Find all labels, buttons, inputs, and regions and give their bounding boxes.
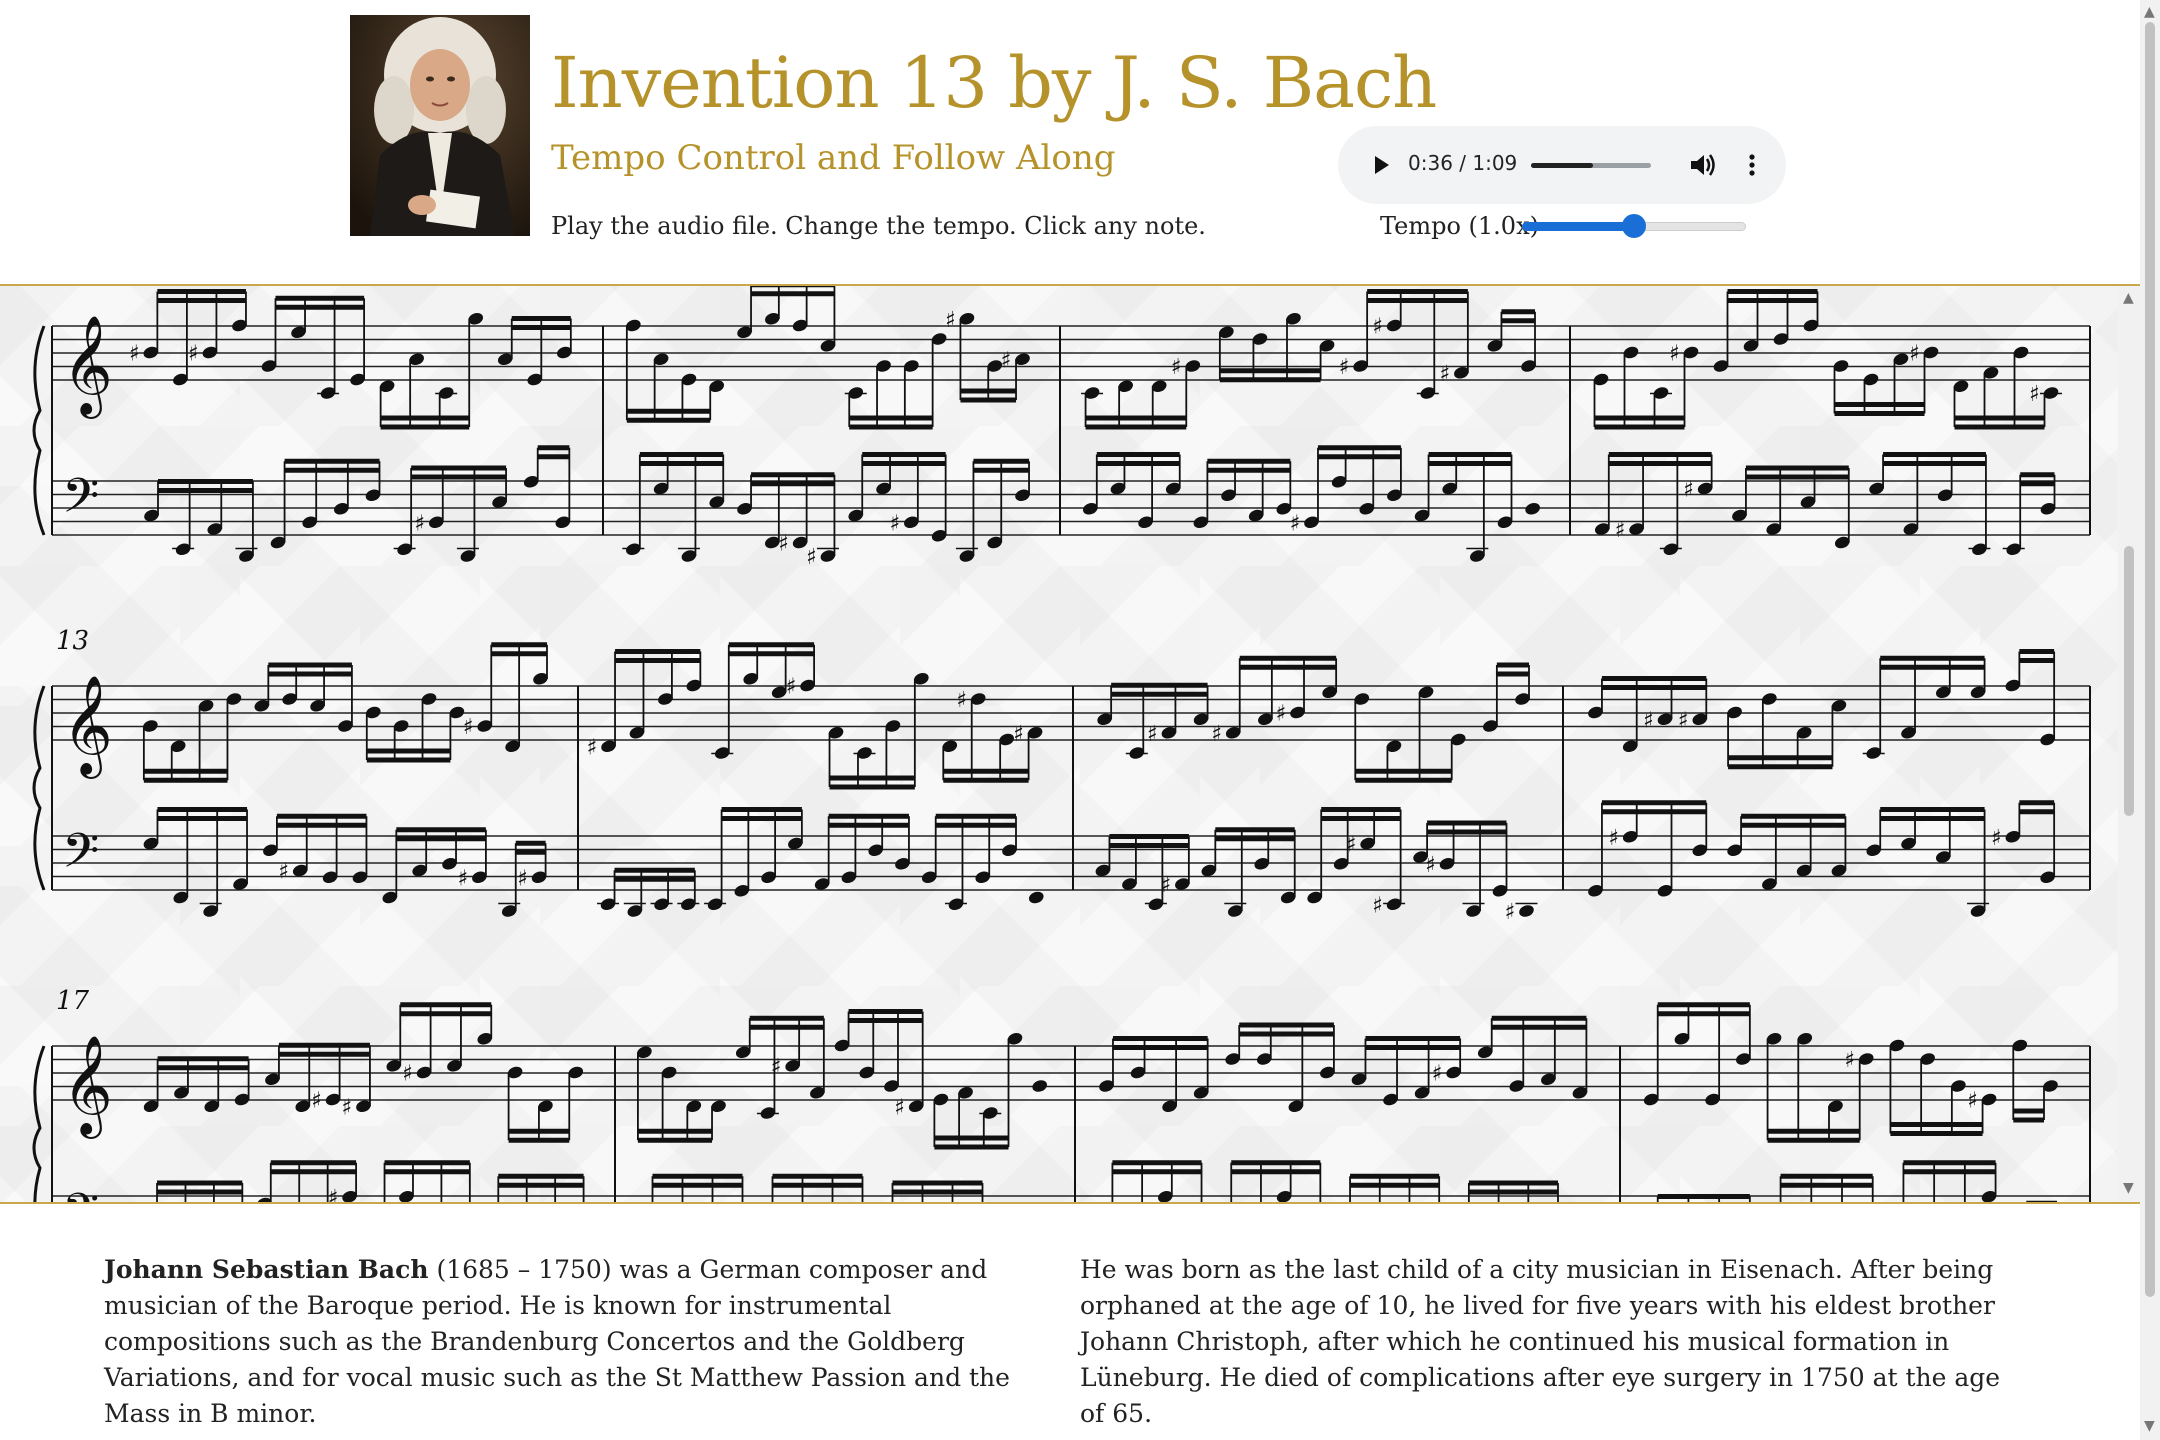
sharp-icon: ♯ bbox=[2029, 382, 2040, 407]
sharp-icon: ♯ bbox=[463, 715, 474, 740]
brace bbox=[32, 685, 46, 891]
bass-clef-icon: 𝄢 bbox=[62, 468, 99, 536]
score-scrollbar[interactable]: ▲ ▼ bbox=[2118, 286, 2140, 1202]
seek-bar-fill bbox=[1531, 163, 1594, 168]
sharp-icon: ♯ bbox=[341, 1095, 352, 1120]
seek-bar[interactable] bbox=[1531, 163, 1651, 168]
bach-portrait bbox=[350, 15, 530, 236]
measure-number: 13 bbox=[56, 626, 89, 656]
sharp-icon: ♯ bbox=[1276, 702, 1287, 727]
page-scrollbar[interactable]: ▲ ▼ bbox=[2140, 0, 2160, 1440]
sharp-icon: ♯ bbox=[1289, 511, 1300, 536]
tempo-slider[interactable] bbox=[1522, 214, 1746, 238]
volume-icon[interactable] bbox=[1686, 148, 1720, 182]
sharp-icon: ♯ bbox=[1615, 518, 1626, 543]
sharp-icon: ♯ bbox=[1372, 315, 1383, 340]
treble-clef-icon: 𝄞 bbox=[62, 315, 113, 419]
sharp-icon: ♯ bbox=[1013, 722, 1024, 747]
tempo-slider-thumb[interactable] bbox=[1622, 214, 1646, 238]
sharp-icon: ♯ bbox=[1001, 348, 1012, 373]
sharp-icon: ♯ bbox=[414, 511, 425, 536]
measure-number: 17 bbox=[56, 986, 90, 1016]
bass-clef-icon: 𝄢 bbox=[62, 1183, 99, 1203]
sharp-icon: ♯ bbox=[278, 860, 289, 885]
sharp-icon: ♯ bbox=[1991, 826, 2002, 851]
sharp-icon: ♯ bbox=[1432, 1062, 1443, 1087]
sharp-icon: ♯ bbox=[1678, 708, 1689, 733]
bio-section: Johann Sebastian Bach (1685 – 1750) was … bbox=[0, 1204, 2140, 1440]
sharp-icon: ♯ bbox=[786, 675, 797, 700]
sharp-icon: ♯ bbox=[956, 688, 967, 713]
music-system: 𝄞𝄢♯ ♯♯♯♯♯♯♯♯ ♯♯♯♯♯ ♯♯♯♯ bbox=[32, 286, 2091, 570]
sharp-icon: ♯ bbox=[1643, 708, 1654, 733]
audio-player[interactable]: 0:36 / 1:09 bbox=[1338, 126, 1786, 204]
sharp-icon: ♯ bbox=[1669, 342, 1680, 367]
bass-clef-icon: 𝄢 bbox=[62, 823, 99, 891]
page-header: Invention 13 by J. S. Bach Tempo Control… bbox=[0, 0, 2140, 286]
sharp-icon: ♯ bbox=[806, 545, 817, 570]
music-system: 13𝄞𝄢♯♯ ♯ ♯♯♯♯♯ ♯ ♯♯♯♯♯♯♯♯ ♯♯ ♯ bbox=[32, 626, 2091, 925]
sharp-icon: ♯ bbox=[771, 1055, 782, 1080]
music-system: 17𝄞𝄢♯♯♯♯♯♯♯♯♯♯♯♯♯♯♯♯♯ bbox=[32, 986, 2091, 1203]
sharp-icon: ♯ bbox=[894, 1095, 905, 1120]
treble-clef-icon: 𝄞 bbox=[62, 675, 113, 779]
sharp-icon: ♯ bbox=[1147, 722, 1158, 747]
play-icon[interactable] bbox=[1366, 150, 1396, 180]
page-scroll-down-arrow-icon[interactable]: ▼ bbox=[2144, 1418, 2155, 1434]
sharp-icon: ♯ bbox=[1171, 355, 1182, 380]
treble-clef-icon: 𝄞 bbox=[62, 1035, 113, 1139]
sharp-icon: ♯ bbox=[889, 511, 900, 536]
page-scroll-up-arrow-icon[interactable]: ▲ bbox=[2144, 4, 2155, 20]
scroll-up-arrow-icon[interactable]: ▲ bbox=[2123, 290, 2134, 306]
sharp-icon: ♯ bbox=[1372, 893, 1383, 918]
bio-left-column: Johann Sebastian Bach (1685 – 1750) was … bbox=[104, 1252, 1034, 1432]
sharp-icon: ♯ bbox=[517, 866, 528, 891]
sharp-icon: ♯ bbox=[1683, 478, 1694, 503]
sheet-music: 𝄞 𝄢 ♯ ♯ ♯ ♯ ♯ ♯ ♯ ♯ ♯ ♯ ♯ ♯ ♯ ♯ ♯ ♯ ♯ ♯ 13 𝄞 𝄢 ♯ ♯ ♯ ♯ ♯ ♯ ♯ ♯ ♯ ♯ ♯ ♯ ♯ ♯ ♯ ♯… bbox=[32, 286, 2091, 1203]
note[interactable] bbox=[1031, 1078, 1049, 1093]
brace bbox=[32, 325, 46, 536]
sheet-music-viewer[interactable]: 𝄞 𝄢 ♯ ♯ ♯ ♯ ♯ ♯ ♯ ♯ ♯ ♯ ♯ ♯ ♯ ♯ ♯ ♯ ♯ ♯ 13 𝄞 𝄢 ♯ ♯ ♯ ♯ ♯ ♯ ♯ ♯ ♯ ♯ ♯ ♯ ♯ ♯ ♯ ♯… bbox=[0, 286, 2118, 1202]
composer-name: Johann Sebastian Bach bbox=[104, 1255, 429, 1284]
sharp-icon: ♯ bbox=[945, 308, 956, 333]
scroll-down-arrow-icon[interactable]: ▼ bbox=[2123, 1180, 2134, 1196]
sharp-icon: ♯ bbox=[1909, 342, 1920, 367]
brace bbox=[32, 1045, 46, 1202]
bio-right-column: He was born as the last child of a city … bbox=[1080, 1255, 2001, 1428]
instructions-text: Play the audio file. Change the tempo. C… bbox=[551, 212, 1206, 240]
more-vertical-icon[interactable] bbox=[1742, 148, 1762, 182]
sharp-icon: ♯ bbox=[1339, 355, 1350, 380]
score-scrollbar-thumb[interactable] bbox=[2124, 546, 2134, 816]
sharp-icon: ♯ bbox=[402, 1062, 413, 1087]
sharp-icon: ♯ bbox=[1608, 826, 1619, 851]
note[interactable] bbox=[1518, 903, 1536, 918]
sharp-icon: ♯ bbox=[1504, 900, 1515, 925]
sharp-icon: ♯ bbox=[1211, 722, 1222, 747]
time-display: 0:36 / 1:09 bbox=[1408, 151, 1518, 175]
sharp-icon: ♯ bbox=[129, 342, 140, 367]
sharp-icon: ♯ bbox=[328, 1186, 339, 1202]
sharp-icon: ♯ bbox=[188, 342, 199, 367]
page-scrollbar-thumb[interactable] bbox=[2145, 22, 2155, 1297]
sharp-icon: ♯ bbox=[457, 866, 468, 891]
tempo-slider-fill bbox=[1522, 222, 1634, 231]
sharp-icon: ♯ bbox=[1439, 362, 1450, 387]
note[interactable] bbox=[1524, 501, 1542, 516]
tempo-label: Tempo (1.0x) bbox=[1380, 212, 1539, 240]
sharp-icon: ♯ bbox=[1967, 1089, 1978, 1114]
page-title: Invention 13 by J. S. Bach bbox=[551, 42, 1437, 124]
sharp-icon: ♯ bbox=[1844, 1048, 1855, 1073]
note[interactable] bbox=[1027, 890, 1045, 905]
sharp-icon: ♯ bbox=[311, 1089, 322, 1114]
sharp-icon: ♯ bbox=[587, 735, 598, 760]
page-subtitle: Tempo Control and Follow Along bbox=[551, 138, 1116, 178]
